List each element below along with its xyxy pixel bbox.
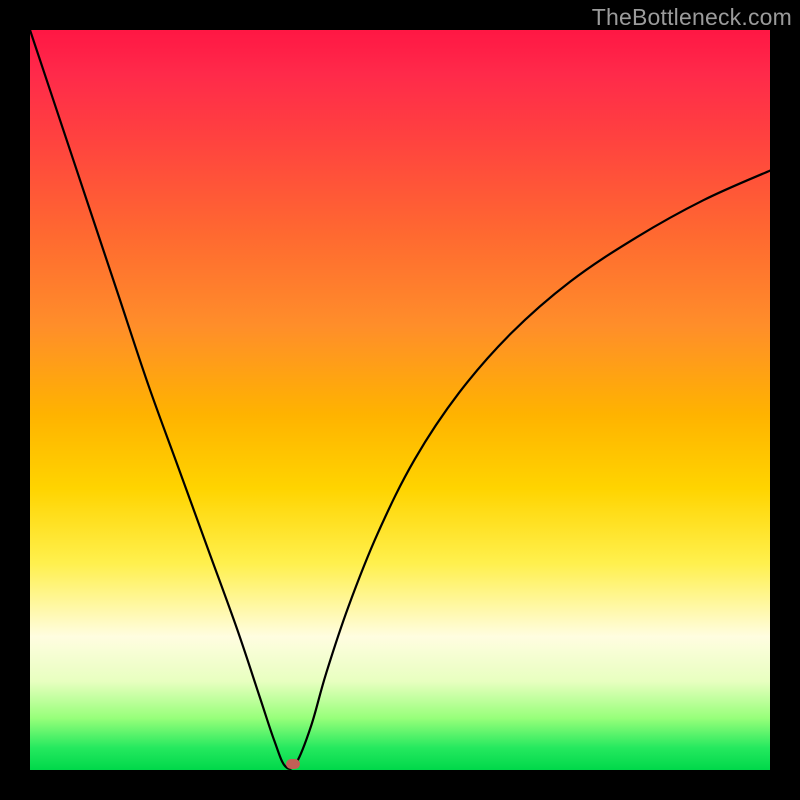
watermark-text: TheBottleneck.com — [592, 4, 792, 31]
chart-frame: TheBottleneck.com — [0, 0, 800, 800]
optimal-point-marker — [286, 759, 300, 769]
plot-area — [30, 30, 770, 770]
bottleneck-curve — [30, 30, 770, 770]
